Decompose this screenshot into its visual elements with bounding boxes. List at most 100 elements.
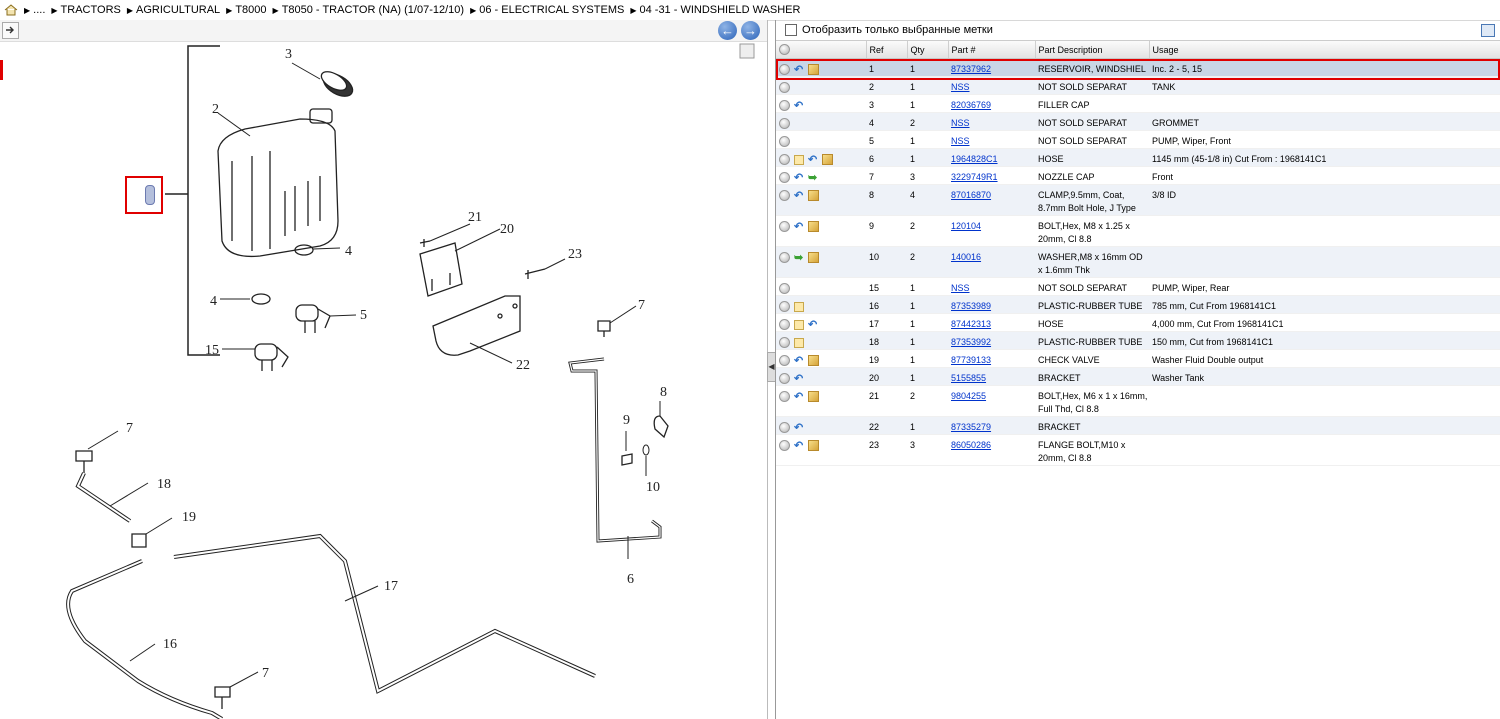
note-icon[interactable] xyxy=(794,154,804,165)
list-view-icon[interactable] xyxy=(1481,24,1495,37)
table-row[interactable]: 5 1 NSS NOT SOLD SEPARAT PUMP, Wiper, Front xyxy=(776,130,1500,149)
table-row[interactable]: ↶ ➥ 7 3 3229749R1 NOZZLE CAP Front xyxy=(776,166,1500,185)
package-icon[interactable] xyxy=(822,154,833,166)
callout-label-18[interactable]: 18 xyxy=(157,477,171,492)
callout-label-8[interactable]: 8 xyxy=(660,385,667,400)
package-icon[interactable] xyxy=(808,440,819,452)
callout-label-4[interactable]: 4 xyxy=(345,244,352,259)
link-back-icon[interactable]: ↶ xyxy=(794,422,804,433)
expand-icon[interactable] xyxy=(779,82,790,94)
column-header-qty[interactable]: Qty xyxy=(907,41,949,59)
link-back-icon[interactable]: ↶ xyxy=(794,373,804,384)
cell-part-number[interactable]: 5155855 xyxy=(948,367,1035,386)
expand-icon[interactable] xyxy=(779,118,790,130)
table-row[interactable]: ↶ 8 4 87016870 CLAMP,9.5mm, Coat, 8.7mm Bolt… xyxy=(776,184,1500,216)
package-icon[interactable] xyxy=(808,221,819,233)
cell-part-number[interactable]: 87739133 xyxy=(948,349,1035,368)
callout-label-7[interactable]: 7 xyxy=(126,421,133,436)
link-back-icon[interactable]: ↶ xyxy=(794,391,804,402)
cell-part-number-text[interactable]: 140016 xyxy=(951,252,981,262)
export-button[interactable] xyxy=(2,22,19,39)
table-row[interactable]: ↶ 20 1 5155855 BRACKET Washer Tank xyxy=(776,367,1500,386)
package-icon[interactable] xyxy=(808,64,819,76)
callout-label-22[interactable]: 22 xyxy=(516,358,530,373)
callout-label-23[interactable]: 23 xyxy=(568,247,582,262)
expand-icon[interactable] xyxy=(779,136,790,148)
link-back-icon[interactable]: ↶ xyxy=(808,154,818,165)
show-selected-only-checkbox[interactable] xyxy=(785,24,797,36)
expand-icon[interactable] xyxy=(779,64,790,76)
cell-part-number[interactable]: 87016870 xyxy=(948,184,1035,216)
link-back-icon[interactable]: ↶ xyxy=(808,319,818,330)
cell-part-number[interactable]: 87353992 xyxy=(948,331,1035,350)
table-row[interactable]: ↶ 19 1 87739133 CHECK VALVE Washer Fluid Doub… xyxy=(776,349,1500,368)
callout-label-4[interactable]: 4 xyxy=(210,294,217,309)
table-row[interactable]: ↶ 1 1 87337962 RESERVOIR, WINDSHIEL Inc. 2 - … xyxy=(776,58,1500,77)
expand-icon[interactable] xyxy=(779,422,790,434)
column-header-usage[interactable]: Usage xyxy=(1149,41,1500,59)
cell-part-number-text[interactable]: 86050286 xyxy=(951,440,991,450)
link-back-icon[interactable]: ↶ xyxy=(794,190,804,201)
cell-part-number[interactable]: 140016 xyxy=(948,246,1035,278)
package-icon[interactable] xyxy=(808,355,819,367)
cell-part-number[interactable]: NSS xyxy=(948,130,1035,149)
callout-label-17[interactable]: 17 xyxy=(384,579,398,594)
link-back-icon[interactable]: ↶ xyxy=(794,221,804,232)
expand-icon[interactable] xyxy=(779,154,790,166)
expand-all-header[interactable] xyxy=(776,41,867,59)
cell-part-number-text[interactable]: 87442313 xyxy=(951,319,991,329)
table-row[interactable]: ↶ 9 2 120104 BOLT,Hex, M8 x 1.25 x 20mm, Cl … xyxy=(776,215,1500,247)
link-back-icon[interactable]: ↶ xyxy=(794,355,804,366)
cell-part-number-text[interactable]: NSS xyxy=(951,82,970,92)
expand-icon[interactable] xyxy=(779,440,790,452)
callout-label-2[interactable]: 2 xyxy=(212,102,219,117)
cell-part-number[interactable]: 87335279 xyxy=(948,416,1035,435)
expand-icon[interactable] xyxy=(779,301,790,313)
breadcrumb-item[interactable]: ▶ 04 -31 - WINDSHIELD WASHER xyxy=(630,4,800,16)
expand-icon[interactable] xyxy=(779,100,790,112)
table-row[interactable]: ➥ 10 2 140016 WASHER,M8 x 16mm OD x 1.6mm Th… xyxy=(776,246,1500,278)
table-row[interactable]: ↶ 22 1 87335279 BRACKET xyxy=(776,416,1500,435)
link-back-icon[interactable]: ↶ xyxy=(794,172,804,183)
breadcrumb-item[interactable]: ▶.... xyxy=(24,4,45,16)
home-icon[interactable] xyxy=(4,4,18,16)
expand-icon[interactable] xyxy=(779,252,790,264)
expand-icon[interactable] xyxy=(779,283,790,295)
table-row[interactable]: ↶ 21 2 9804255 BOLT,Hex, M6 x 1 x 16mm, Full… xyxy=(776,385,1500,417)
exploded-parts-drawing[interactable]: 32121202344515227718199810617167 xyxy=(0,41,767,719)
link-forward-icon[interactable]: ➥ xyxy=(808,172,818,183)
table-row[interactable]: 2 1 NSS NOT SOLD SEPARAT TANK xyxy=(776,76,1500,95)
expand-icon[interactable] xyxy=(779,355,790,367)
cell-part-number[interactable]: NSS xyxy=(948,112,1035,131)
table-row[interactable]: ↶ 3 1 82036769 FILLER CAP xyxy=(776,94,1500,113)
cell-part-number-text[interactable]: 82036769 xyxy=(951,100,991,110)
note-icon[interactable] xyxy=(794,337,804,348)
callout-label-10[interactable]: 10 xyxy=(646,480,660,495)
highlight-ref-1-box[interactable] xyxy=(125,176,163,214)
table-row[interactable]: 15 1 NSS NOT SOLD SEPARAT PUMP, Wiper, Rear xyxy=(776,277,1500,296)
table-row[interactable]: ↶ 23 3 86050286 FLANGE BOLT,M10 x 20mm, Cl 8… xyxy=(776,434,1500,466)
cell-part-number[interactable]: 120104 xyxy=(948,215,1035,247)
breadcrumb-item[interactable]: ▶ T8050 - TRACTOR (NA) (1/07-12/10) xyxy=(273,4,465,16)
link-forward-icon[interactable]: ➥ xyxy=(794,252,804,263)
callout-label-5[interactable]: 5 xyxy=(360,308,367,323)
breadcrumb-item[interactable]: ▶ AGRICULTURAL xyxy=(127,4,220,16)
callout-label-15[interactable]: 15 xyxy=(205,343,219,358)
expand-icon[interactable] xyxy=(779,221,790,233)
expand-icon[interactable] xyxy=(779,190,790,202)
package-icon[interactable] xyxy=(808,190,819,202)
note-icon[interactable] xyxy=(794,301,804,312)
cell-part-number[interactable]: 9804255 xyxy=(948,385,1035,417)
table-row[interactable]: 16 1 87353989 PLASTIC-RUBBER TUBE 785 mm, Cu… xyxy=(776,295,1500,314)
cell-part-number-text[interactable]: NSS xyxy=(951,136,970,146)
callout-label-7[interactable]: 7 xyxy=(262,666,269,681)
breadcrumb-item[interactable]: ▶ TRACTORS xyxy=(51,4,120,16)
back-nav-button[interactable]: ← xyxy=(718,21,737,40)
cell-part-number[interactable]: 3229749R1 xyxy=(948,166,1035,185)
expand-icon[interactable] xyxy=(779,391,790,403)
cell-part-number[interactable]: 87353989 xyxy=(948,295,1035,314)
cell-part-number-text[interactable]: 87337962 xyxy=(951,64,991,74)
forward-nav-button[interactable]: → xyxy=(741,21,760,40)
callout-label-3[interactable]: 3 xyxy=(285,47,292,62)
cell-part-number-text[interactable]: 87335279 xyxy=(951,422,991,432)
